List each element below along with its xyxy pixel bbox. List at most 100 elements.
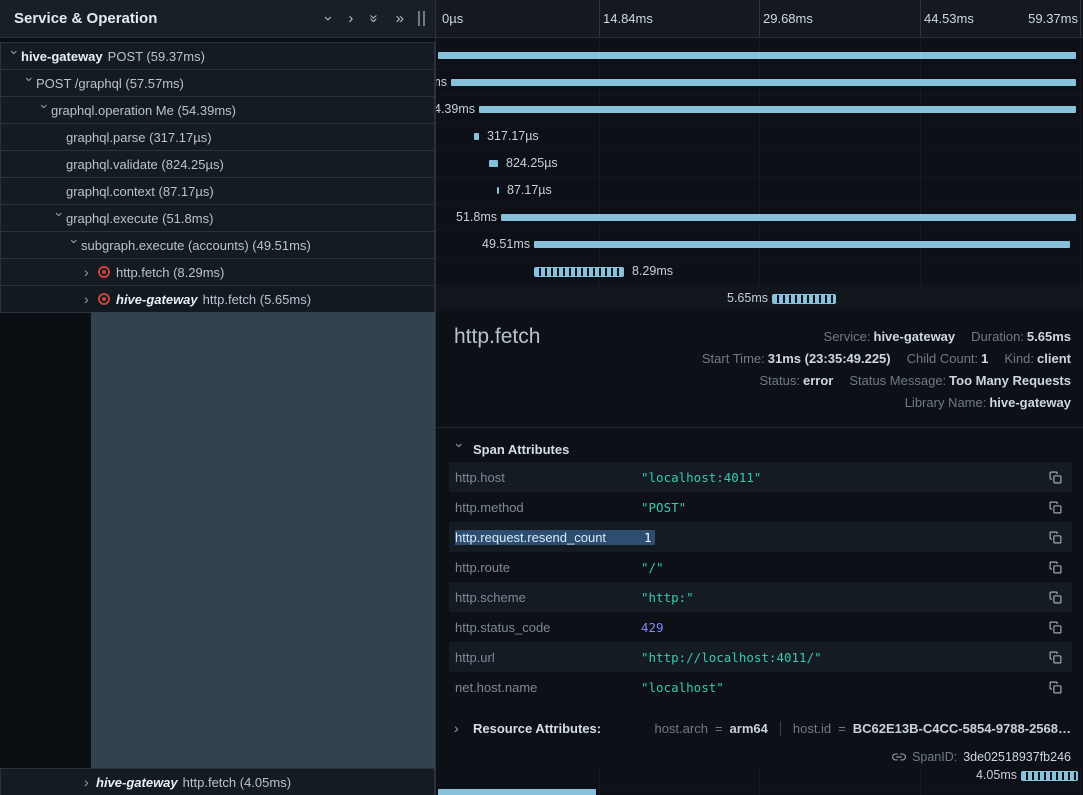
span-duration-bar[interactable] (534, 241, 1070, 248)
meta-line: Start Time:31ms (23:35:49.225)Child Coun… (702, 348, 1071, 370)
operation-label: subgraph.execute (accounts) (49.51ms) (81, 238, 311, 253)
copy-icon[interactable] (1049, 561, 1062, 574)
timeline-row[interactable]: 87.17µs (436, 177, 1083, 204)
operation-label: http.fetch (8.29ms) (116, 265, 224, 280)
ruler-tick-label: 29.68ms (763, 11, 813, 26)
span-duration-bar[interactable] (497, 187, 499, 194)
copy-icon[interactable] (1049, 621, 1062, 634)
chevron-down-icon[interactable]: › (8, 50, 22, 62)
timeline-row[interactable]: 59.37ms (436, 42, 1083, 69)
span-duration-bar[interactable] (474, 133, 479, 140)
tree-row[interactable]: ›graphql.operation Me (54.39ms) (0, 96, 435, 124)
copy-icon[interactable] (1049, 501, 1062, 514)
span-duration-bar[interactable] (489, 160, 498, 167)
timeline-row[interactable]: 54.39ms (436, 96, 1083, 123)
span-duration-bar[interactable] (438, 789, 596, 795)
operation-label: POST /graphql (57.57ms) (36, 76, 184, 91)
error-status-icon (98, 293, 110, 305)
tree-row[interactable]: ›subgraph.execute (accounts) (49.51ms) (0, 231, 435, 259)
equals-sign: = (715, 721, 723, 736)
attribute-key: http.route (455, 560, 641, 575)
chevron-down-icon: › (453, 443, 467, 455)
ruler-tick-line (1080, 0, 1081, 37)
tree-row[interactable]: ›graphql.context (87.17µs) (0, 177, 435, 205)
meta-value: 5.65ms (1027, 329, 1071, 344)
span-tree-panel: Service & Operation › › » » ›hive-gatewa… (0, 0, 435, 795)
tree-row[interactable]: ›graphql.validate (824.25µs) (0, 150, 435, 178)
service-name: hive-gateway (96, 775, 178, 790)
meta-value: error (803, 373, 833, 388)
timeline-row[interactable]: 8.29ms (436, 258, 1083, 285)
chevron-right-icon[interactable]: › (84, 265, 96, 279)
copy-icon[interactable] (1049, 471, 1062, 484)
meta-value: 31ms (23:35:49.225) (768, 351, 891, 366)
tree-row[interactable]: › http.fetch (8.29ms) (0, 258, 435, 286)
chevron-right-icon: › (454, 721, 466, 735)
timeline-row[interactable]: 5.65ms (436, 285, 1083, 312)
tree-row[interactable]: ›hive-gateway http.fetch (4.05ms) (0, 768, 435, 795)
timeline-row[interactable]: 57.57ms (436, 69, 1083, 96)
copy-icon[interactable] (1049, 651, 1062, 664)
tree-row[interactable]: ›hive-gatewayPOST (59.37ms) (0, 42, 435, 70)
meta-value: Too Many Requests (949, 373, 1071, 388)
timeline-row[interactable]: 49.51ms (436, 231, 1083, 258)
chevron-down-icon[interactable]: › (68, 239, 82, 251)
timeline-row[interactable]: 317.17µs (436, 123, 1083, 150)
timeline-panel: 0µs14.84ms29.68ms44.53ms59.37ms 59.37ms5… (435, 0, 1083, 795)
attribute-value: "localhost:4011" (641, 470, 1041, 485)
meta-service: Service:hive-gateway (824, 329, 956, 344)
timeline-row[interactable]: 824.25µs (436, 150, 1083, 177)
span-duration-bar[interactable] (479, 106, 1076, 113)
duration-label: 57.57ms (435, 69, 447, 96)
span-meta: Service:hive-gatewayDuration:5.65msStart… (702, 326, 1071, 414)
attribute-row: http.method"POST" (449, 492, 1072, 522)
tree-row[interactable]: ›graphql.parse (317.17µs) (0, 123, 435, 151)
chevron-right-icon[interactable]: › (348, 11, 353, 26)
copy-icon[interactable] (1049, 681, 1062, 694)
meta-label: Kind: (1004, 351, 1034, 366)
meta-value: hive-gateway (874, 329, 956, 344)
span-attributes-header[interactable]: › Span Attributes (454, 439, 569, 459)
span-duration-bar[interactable] (772, 294, 836, 304)
span-title: http.fetch (454, 325, 540, 349)
span-attributes-table: http.host"localhost:4011" http.method"POS… (449, 462, 1072, 702)
double-chevron-right-icon[interactable]: » (396, 11, 404, 26)
timeline-row[interactable]: 51.8ms (436, 204, 1083, 231)
chevron-down-icon[interactable]: › (53, 212, 67, 224)
operation-label: graphql.parse (317.17µs) (66, 130, 212, 145)
column-resize-handle[interactable] (418, 11, 425, 26)
span-duration-bar[interactable] (438, 52, 1076, 59)
meta-library-name: Library Name:hive-gateway (905, 395, 1071, 410)
operation-label: http.fetch (4.05ms) (183, 775, 291, 790)
span-duration-bar[interactable] (501, 214, 1076, 221)
attribute-key: net.host.name (455, 680, 641, 695)
attribute-key: http.host (455, 470, 641, 485)
attribute-value: "/" (641, 560, 1041, 575)
tree-row[interactable]: ›POST /graphql (57.57ms) (0, 69, 435, 97)
chevron-right-icon[interactable]: › (84, 292, 96, 306)
attribute-value: "POST" (641, 500, 1041, 515)
timeline-row[interactable] (436, 779, 1083, 795)
duration-label: 824.25µs (506, 150, 558, 177)
resource-attributes-row[interactable]: › Resource Attributes: host.arch=arm64ho… (454, 715, 1071, 741)
tree-row[interactable]: ›hive-gatewayhttp.fetch (5.65ms) (0, 285, 435, 313)
chevron-right-icon[interactable]: › (84, 775, 96, 789)
copy-icon[interactable] (1049, 531, 1062, 544)
span-tree-header: Service & Operation › › » » (0, 0, 435, 38)
chevron-down-icon[interactable]: › (321, 16, 336, 21)
tree-row[interactable]: ›graphql.execute (51.8ms) (0, 204, 435, 232)
chevron-down-icon[interactable]: › (23, 77, 37, 89)
duration-label: 317.17µs (487, 123, 539, 150)
operation-label: graphql.context (87.17µs) (66, 184, 214, 199)
ruler-tick-line (599, 0, 600, 37)
meta-label: Child Count: (907, 351, 979, 366)
attribute-row: net.host.name"localhost" (449, 672, 1072, 702)
operation-label: POST (59.37ms) (108, 49, 205, 64)
chevron-down-icon[interactable]: › (38, 104, 52, 116)
span-attributes-title: Span Attributes (473, 442, 569, 457)
divider (780, 721, 781, 736)
span-duration-bar[interactable] (534, 267, 624, 277)
copy-icon[interactable] (1049, 591, 1062, 604)
double-chevron-down-icon[interactable]: » (367, 14, 382, 22)
span-duration-bar[interactable] (451, 79, 1076, 86)
